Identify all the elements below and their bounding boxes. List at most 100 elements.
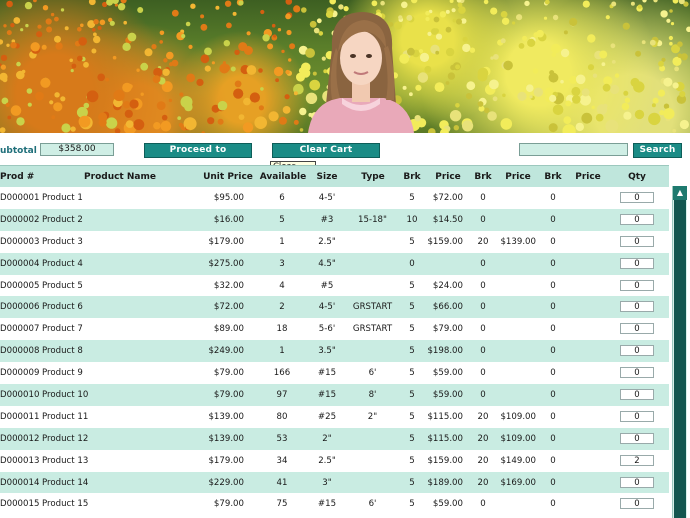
flower-blossom: [428, 128, 436, 133]
flower-blossom: [435, 33, 443, 40]
cell-price-1: $59.00: [432, 368, 463, 379]
flower-blossom: [275, 78, 279, 83]
flower-blossom: [427, 31, 432, 36]
qty-input[interactable]: 2: [620, 454, 654, 466]
flower-blossom: [113, 89, 125, 102]
flower-blossom: [371, 0, 378, 7]
cell-brk-2: 0: [480, 280, 486, 291]
cell-product-name: Product 12: [42, 433, 89, 444]
flower-blossom: [663, 77, 673, 87]
cell-product-name: Product 15: [42, 499, 89, 510]
cell-size: #15: [317, 368, 337, 379]
cell-price-1: [428, 253, 463, 275]
cell-brk-3: 0: [550, 499, 556, 510]
flower-blossom: [159, 30, 165, 36]
cell-available: 80: [276, 411, 288, 422]
flower-blossom: [532, 68, 539, 74]
qty-input[interactable]: 0: [620, 432, 654, 444]
qty-input[interactable]: 0: [620, 257, 654, 269]
cell-price-3: [572, 493, 604, 515]
flower-blossom: [112, 55, 117, 60]
flower-blossom: [278, 116, 287, 125]
flower-blossom: [611, 60, 616, 64]
cell-available: 97: [276, 389, 288, 400]
qty-input[interactable]: 0: [620, 192, 654, 203]
qty-input[interactable]: 0: [620, 476, 654, 488]
qty-input[interactable]: 0: [620, 235, 654, 247]
flower-blossom: [144, 48, 153, 57]
cell-prod-number: D000002: [0, 214, 40, 225]
qty-input[interactable]: 0: [620, 279, 654, 291]
clear-cart-button[interactable]: Clear Cart: [272, 143, 380, 158]
cell-unit-price: $32.00: [213, 280, 244, 291]
cell-brk-3: 0: [550, 477, 556, 488]
column-header-type: Type: [361, 171, 385, 182]
chevron-up-icon[interactable]: ▲: [673, 186, 687, 200]
qty-input[interactable]: 0: [620, 498, 654, 510]
flower-blossom: [293, 119, 299, 125]
cell-price-2: [500, 187, 536, 209]
cell-unit-price: $249.00: [208, 346, 244, 357]
flower-blossom: [517, 91, 527, 101]
flower-blossom: [679, 91, 686, 98]
flower-blossom: [623, 90, 629, 96]
proceed-to-checkout-button[interactable]: Proceed to Checkout: [144, 143, 252, 168]
cell-brk-2: 20: [477, 477, 489, 488]
flower-blossom: [433, 16, 440, 23]
flower-blossom: [282, 106, 291, 114]
flower-blossom: [60, 8, 65, 12]
vertical-scrollbar[interactable]: ▲: [672, 186, 687, 518]
cell-brk-3: 0: [550, 302, 556, 313]
flower-blossom: [109, 20, 115, 26]
flower-blossom: [622, 22, 630, 30]
qty-input[interactable]: 0: [620, 345, 654, 357]
cell-size: #15: [317, 389, 337, 400]
flower-blossom: [226, 22, 232, 29]
flower-blossom: [184, 102, 193, 112]
flower-blossom: [211, 61, 215, 65]
qty-input[interactable]: 0: [620, 367, 654, 379]
flower-blossom: [243, 46, 253, 55]
qty-input[interactable]: 0: [620, 410, 654, 422]
flower-blossom: [0, 64, 6, 70]
cell-brk-3: 0: [550, 433, 556, 444]
table-row: D000004 Product 4 $275.00 3 4.5" 0 0 0 0: [0, 252, 669, 275]
cell-price-2: $109.00: [500, 433, 536, 444]
flower-blossom: [238, 114, 245, 120]
cell-price-2: [500, 275, 536, 297]
flower-blossom: [249, 92, 260, 103]
flower-blossom: [156, 101, 166, 110]
search-input[interactable]: [519, 143, 628, 156]
flower-blossom: [548, 72, 559, 83]
flower-blossom: [140, 92, 144, 96]
flower-blossom: [46, 26, 53, 33]
qty-input[interactable]: 0: [620, 213, 654, 225]
cell-brk-2: 0: [480, 192, 486, 203]
flower-blossom: [185, 21, 191, 27]
flower-blossom: [543, 16, 548, 20]
cell-available: 75: [276, 499, 288, 510]
flower-blossom: [178, 122, 183, 127]
flower-blossom: [500, 118, 513, 130]
cell-available: 3: [279, 258, 285, 269]
flower-blossom: [293, 91, 298, 96]
flower-blossom: [642, 0, 647, 3]
table-body: D000001 Product 1 $95.00 6 4-5' 5 $72.00 0 0 0 D00…: [0, 187, 669, 516]
cell-type: GRSTART: [352, 302, 393, 313]
table-row: D000009 Product 9 $79.00 166 #15 6' 5 $59.00 0 0 0: [0, 362, 669, 385]
flower-blossom: [686, 26, 690, 33]
cell-brk-3: 0: [550, 236, 556, 247]
cell-price-2: [500, 318, 536, 340]
qty-input[interactable]: 0: [620, 389, 654, 401]
cell-prod-number: D000014: [0, 477, 40, 488]
cell-brk-2: 0: [480, 389, 486, 400]
cell-price-2: [500, 340, 536, 362]
qty-input[interactable]: 0: [620, 301, 654, 313]
cell-brk-3: 0: [550, 214, 556, 225]
flower-blossom: [603, 103, 608, 109]
cell-brk-3: 0: [550, 389, 556, 400]
qty-input[interactable]: 0: [620, 323, 654, 335]
flower-blossom: [551, 43, 561, 54]
search-button[interactable]: Search: [633, 143, 682, 158]
scrollbar-thumb[interactable]: [674, 200, 686, 518]
